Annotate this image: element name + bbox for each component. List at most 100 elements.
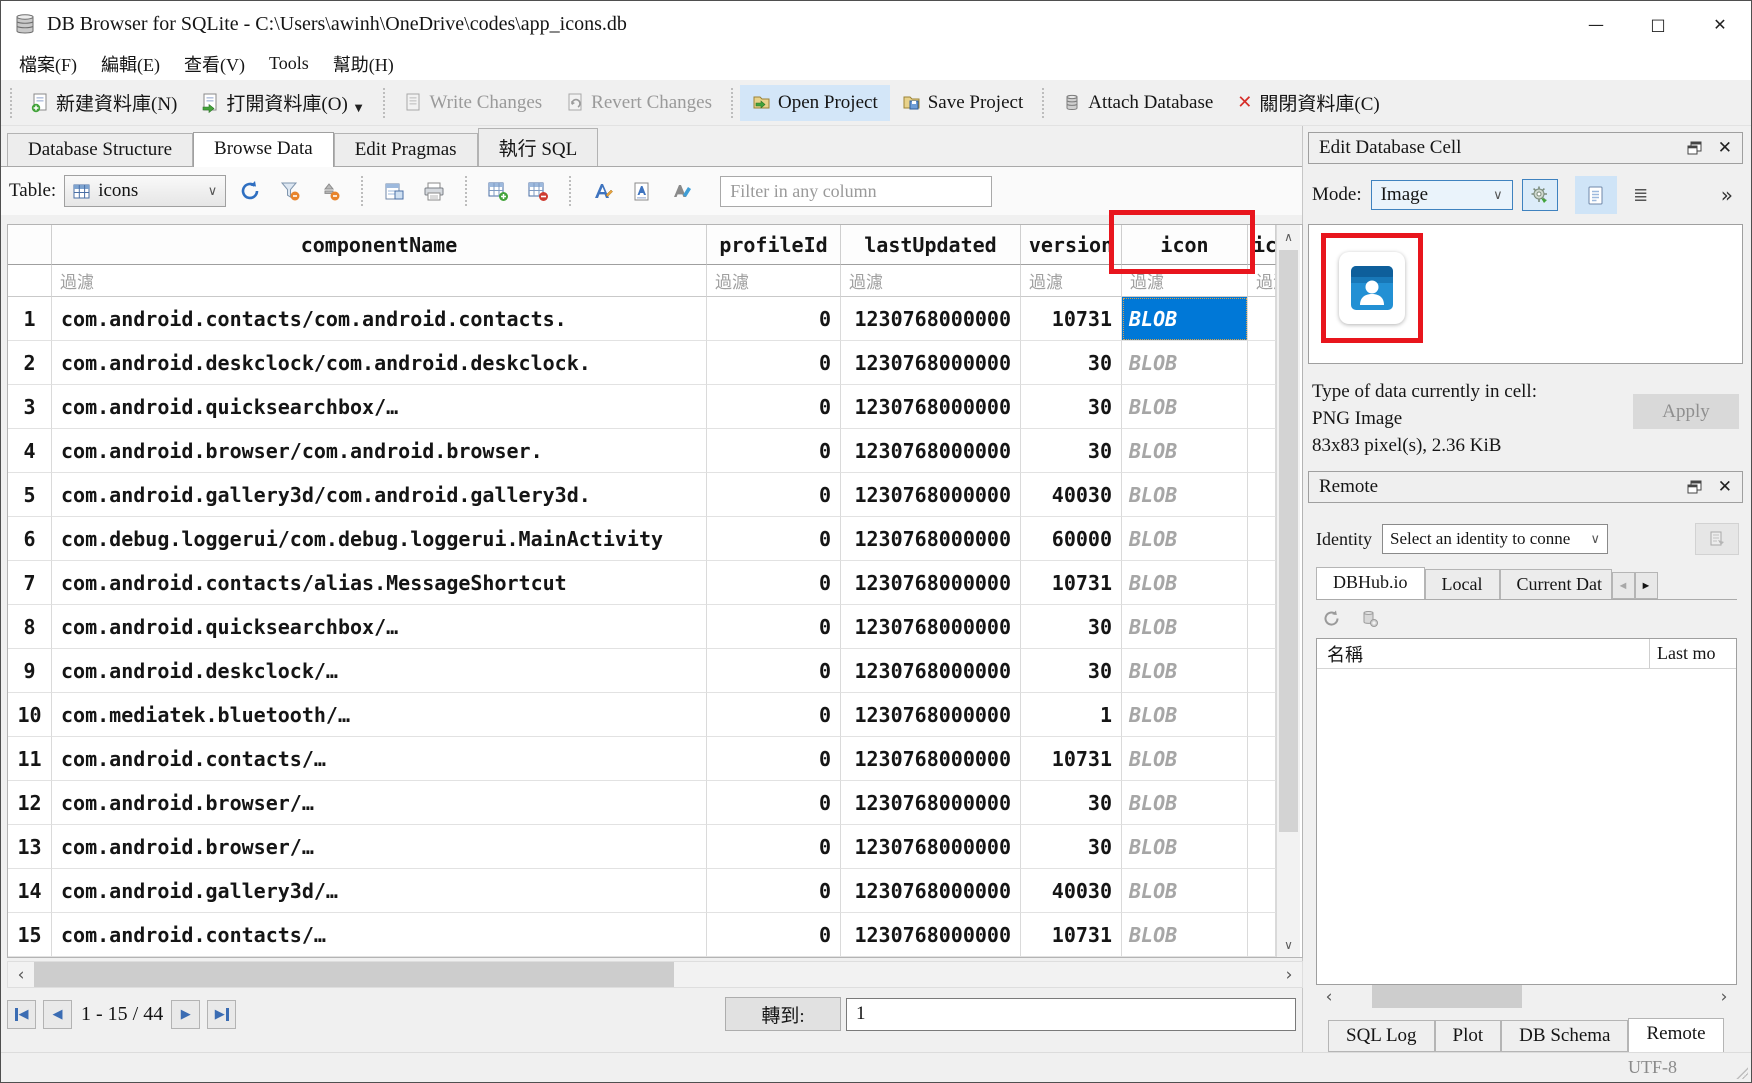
float-panel-icon[interactable] [1687, 480, 1702, 494]
clear-sort-button[interactable] [314, 175, 346, 207]
cell-profileId[interactable]: 0 [707, 869, 841, 913]
filter-version[interactable]: 過濾 [1021, 265, 1122, 297]
filter-profileId[interactable]: 過濾 [707, 265, 841, 297]
encoding-label[interactable]: UTF-8 [1628, 1057, 1677, 1078]
row-number[interactable]: 4 [8, 429, 52, 473]
cell-profileId[interactable]: 0 [707, 825, 841, 869]
filter-next-column-clipped[interactable]: 過濾 [1248, 265, 1276, 297]
menu-tools[interactable]: Tools [257, 50, 321, 77]
cell-icon-blob[interactable]: BLOB [1122, 737, 1248, 781]
cell-version[interactable]: 30 [1021, 605, 1122, 649]
header-row-number[interactable] [8, 225, 52, 265]
close-database-button[interactable]: ✕ 關閉資料庫(C) [1225, 82, 1391, 123]
cell-lastUpdated[interactable]: 1230768000000 [841, 429, 1021, 473]
tab-sql-log[interactable]: SQL Log [1328, 1020, 1435, 1052]
tab-scroll-left-button[interactable]: ◄ [1612, 572, 1635, 599]
clear-filters-button[interactable] [274, 175, 306, 207]
next-records-button[interactable]: ▶ [171, 1000, 200, 1029]
text-view-button[interactable] [1575, 176, 1617, 214]
cell-next-column-clipped[interactable] [1248, 517, 1276, 561]
tab-current-database[interactable]: Current Dat [1500, 569, 1612, 599]
resize-grip[interactable] [1735, 1066, 1748, 1079]
row-number[interactable]: 8 [8, 605, 52, 649]
refresh-button[interactable] [234, 175, 266, 207]
attach-database-button[interactable]: Attach Database [1051, 85, 1225, 121]
last-record-button[interactable]: ▶ [207, 1000, 236, 1029]
open-database-dropdown-icon[interactable]: ▼ [355, 103, 363, 114]
row-number[interactable]: 13 [8, 825, 52, 869]
cell-version[interactable]: 10731 [1021, 561, 1122, 605]
cell-icon-blob[interactable]: BLOB [1122, 385, 1248, 429]
horizontal-scrollbar[interactable]: ‹ › [7, 961, 1303, 988]
cell-profileId[interactable]: 0 [707, 561, 841, 605]
cell-lastUpdated[interactable]: 1230768000000 [841, 649, 1021, 693]
cell-componentName[interactable]: com.mediatek.bluetooth/… [52, 693, 707, 737]
import-data-button[interactable] [1522, 179, 1558, 211]
cell-componentName[interactable]: com.android.quicksearchbox/… [52, 385, 707, 429]
remote-list-scrollbar[interactable]: ‹ › [1316, 985, 1737, 1008]
table-select[interactable]: icons ∨ [64, 175, 226, 207]
cell-lastUpdated[interactable]: 1230768000000 [841, 869, 1021, 913]
open-database-button[interactable]: 打開資料庫(O) ▼ [189, 82, 376, 123]
row-number[interactable]: 14 [8, 869, 52, 913]
insert-record-button[interactable] [482, 175, 514, 207]
header-icon[interactable]: icon [1122, 225, 1248, 265]
cell-icon-blob[interactable]: BLOB [1122, 473, 1248, 517]
cell-profileId[interactable]: 0 [707, 473, 841, 517]
horizontal-scroll-track[interactable] [674, 962, 1276, 987]
tab-execute-sql[interactable]: 執行 SQL [478, 128, 599, 166]
tab-edit-pragmas[interactable]: Edit Pragmas [334, 133, 478, 166]
float-panel-icon[interactable] [1687, 141, 1702, 155]
cell-componentName[interactable]: com.android.deskclock/com.android.deskcl… [52, 341, 707, 385]
cell-lastUpdated[interactable]: 1230768000000 [841, 825, 1021, 869]
tab-scroll-right-button[interactable]: ► [1635, 572, 1658, 599]
row-number[interactable]: 15 [8, 913, 52, 957]
header-next-column-clipped[interactable]: ic [1248, 225, 1276, 265]
close-panel-icon[interactable]: ✕ [1718, 477, 1732, 497]
cell-version[interactable]: 30 [1021, 341, 1122, 385]
cell-profileId[interactable]: 0 [707, 913, 841, 957]
cell-next-column-clipped[interactable] [1248, 649, 1276, 693]
print-button[interactable] [418, 175, 450, 207]
cell-lastUpdated[interactable]: 1230768000000 [841, 913, 1021, 957]
scroll-down-button[interactable]: ∨ [1277, 933, 1300, 957]
remote-list-column-lastmodified[interactable]: Last mo [1650, 639, 1736, 668]
cell-version[interactable]: 1 [1021, 693, 1122, 737]
apply-button[interactable]: Apply [1633, 394, 1739, 429]
conditional-format-button[interactable] [666, 175, 698, 207]
goto-button[interactable]: 轉到: [725, 997, 841, 1031]
cell-componentName[interactable]: com.android.browser/… [52, 781, 707, 825]
remote-scroll-thumb[interactable] [1372, 985, 1522, 1008]
cell-next-column-clipped[interactable] [1248, 297, 1276, 341]
cell-next-column-clipped[interactable] [1248, 737, 1276, 781]
cell-icon-blob[interactable]: BLOB [1122, 869, 1248, 913]
row-number[interactable]: 6 [8, 517, 52, 561]
cell-lastUpdated[interactable]: 1230768000000 [841, 297, 1021, 341]
cell-lastUpdated[interactable]: 1230768000000 [841, 737, 1021, 781]
cell-lastUpdated[interactable]: 1230768000000 [841, 693, 1021, 737]
row-number[interactable]: 12 [8, 781, 52, 825]
row-number[interactable]: 5 [8, 473, 52, 517]
tab-database-structure[interactable]: Database Structure [7, 133, 193, 166]
new-database-button[interactable]: 新建資料庫(N) [19, 82, 189, 123]
open-project-button[interactable]: Open Project [740, 85, 890, 121]
cell-next-column-clipped[interactable] [1248, 869, 1276, 913]
row-number[interactable]: 1 [8, 297, 52, 341]
cell-icon-blob[interactable]: BLOB [1122, 429, 1248, 473]
save-results-button[interactable] [378, 175, 410, 207]
cell-componentName[interactable]: com.android.contacts/… [52, 913, 707, 957]
close-button[interactable]: ✕ [1689, 1, 1751, 47]
row-number[interactable]: 7 [8, 561, 52, 605]
scroll-left-button[interactable]: ‹ [8, 962, 34, 987]
cell-version[interactable]: 40030 [1021, 473, 1122, 517]
menu-help[interactable]: 幫助(H) [321, 48, 406, 80]
cell-componentName[interactable]: com.debug.loggerui/com.debug.loggerui.Ma… [52, 517, 707, 561]
cell-componentName[interactable]: com.android.gallery3d/… [52, 869, 707, 913]
tab-dbhub[interactable]: DBHub.io [1316, 567, 1425, 599]
remote-scroll-right-button[interactable]: › [1711, 985, 1737, 1008]
cell-next-column-clipped[interactable] [1248, 385, 1276, 429]
tab-browse-data[interactable]: Browse Data [193, 132, 334, 167]
cell-profileId[interactable]: 0 [707, 297, 841, 341]
remote-list-body[interactable] [1317, 669, 1736, 984]
header-version[interactable]: version [1021, 225, 1122, 265]
